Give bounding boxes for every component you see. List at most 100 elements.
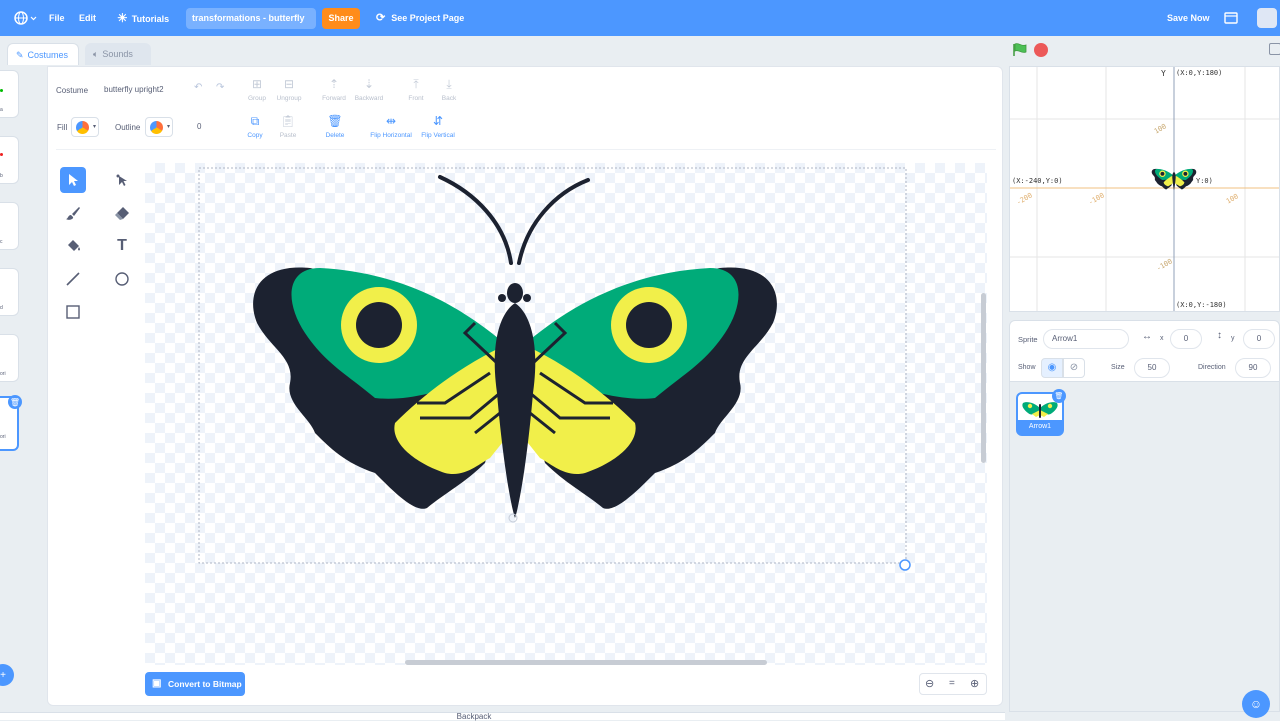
tab-sounds[interactable]: 🔈︎ Sounds bbox=[85, 43, 151, 65]
sprite-list: Arrow1 🗑︎ ☺ bbox=[1009, 382, 1280, 718]
costume-thumb[interactable]: b bbox=[0, 136, 19, 184]
y-input[interactable]: 0 bbox=[1243, 329, 1275, 349]
globe-icon bbox=[14, 11, 37, 25]
vertical-scrollbar[interactable] bbox=[981, 293, 986, 463]
undo-icon[interactable]: ↶ bbox=[194, 82, 202, 93]
horizontal-scrollbar[interactable] bbox=[405, 660, 767, 665]
toolbar-divider bbox=[56, 149, 996, 150]
circle-tool[interactable] bbox=[109, 266, 135, 292]
y-label: y bbox=[1231, 335, 1235, 342]
ungroup-icon[interactable]: ⊟ bbox=[269, 77, 309, 91]
redo-icon[interactable]: ↷ bbox=[216, 82, 224, 93]
costume-name-input[interactable]: butterfly upright2 bbox=[95, 80, 177, 100]
costume-thumb[interactable]: d bbox=[0, 268, 19, 316]
direction-input[interactable]: 90 bbox=[1235, 358, 1271, 378]
save-now-button[interactable]: Save Now bbox=[1167, 0, 1210, 36]
my-stuff-icon[interactable] bbox=[1224, 0, 1238, 36]
flip-horizontal-button[interactable]: Flip Horizontal bbox=[364, 132, 418, 139]
stop-icon[interactable] bbox=[1034, 43, 1048, 57]
show-label: Show bbox=[1018, 364, 1036, 371]
left-coordinate: (X:-240,Y:0) bbox=[1012, 177, 1063, 185]
x-input[interactable]: 0 bbox=[1170, 329, 1202, 349]
stage-size-icon[interactable] bbox=[1269, 43, 1280, 55]
file-menu[interactable]: File bbox=[49, 0, 65, 36]
ungroup-button[interactable]: Ungroup bbox=[269, 95, 309, 102]
brush-tool[interactable] bbox=[60, 200, 86, 226]
flip-horizontal-icon[interactable]: ⇹ bbox=[371, 114, 411, 128]
costume-label: Costume bbox=[56, 86, 89, 95]
backward-button[interactable]: Backward bbox=[349, 95, 389, 102]
backward-icon[interactable]: ⇣ bbox=[349, 77, 389, 91]
rectangle-tool[interactable] bbox=[60, 299, 86, 325]
trash-icon[interactable]: 🗑︎ bbox=[315, 114, 355, 128]
paint-canvas[interactable] bbox=[145, 163, 987, 665]
show-sprite-eye-icon[interactable]: ◉ bbox=[1041, 358, 1063, 378]
tutorials-menu[interactable]: ☀ Tutorials bbox=[117, 0, 169, 36]
green-flag-icon[interactable] bbox=[1012, 43, 1028, 62]
speaker-icon: 🔈︎ bbox=[93, 49, 99, 59]
arrow-pointer-icon bbox=[69, 174, 78, 186]
hide-sprite-eye-icon[interactable]: ⊘ bbox=[1063, 358, 1085, 378]
tab-costumes[interactable]: ✎ Costumes bbox=[7, 43, 79, 65]
delete-button[interactable]: Delete bbox=[315, 132, 355, 139]
sprite-name-input[interactable]: Arrow1 bbox=[1043, 329, 1129, 349]
butterfly-drawing bbox=[198, 167, 911, 571]
text-icon: T bbox=[117, 237, 127, 254]
select-tool[interactable] bbox=[60, 167, 86, 193]
eraser-tool[interactable] bbox=[109, 200, 135, 226]
sprite-label: Sprite bbox=[1018, 335, 1038, 344]
project-title-input[interactable]: transformations - butterfly bbox=[186, 8, 316, 29]
costume-dot bbox=[0, 153, 3, 156]
x-label: x bbox=[1160, 335, 1164, 342]
back-button[interactable]: Back bbox=[429, 95, 469, 102]
zoom-in-icon[interactable]: ⊕ bbox=[970, 677, 979, 690]
text-tool[interactable]: T bbox=[109, 233, 135, 259]
bottom-coordinate: (X:0,Y:-180) bbox=[1176, 301, 1227, 309]
chevron-down-icon: ▾ bbox=[92, 124, 96, 130]
top-coordinate: (X:0,Y:180) bbox=[1176, 69, 1223, 77]
outline-width-input[interactable]: 0 bbox=[188, 117, 230, 137]
lightbulb-icon: ☀ bbox=[117, 11, 128, 25]
reshape-tool[interactable] bbox=[109, 167, 135, 193]
direction-label: Direction bbox=[1198, 364, 1226, 371]
choose-sprite-cat-icon[interactable]: ☺ bbox=[1242, 690, 1270, 718]
paste-icon[interactable]: 📋︎ bbox=[268, 114, 308, 128]
costume-thumb[interactable]: a bbox=[0, 70, 19, 118]
zoom-out-icon[interactable]: ⊖ bbox=[925, 677, 934, 690]
flip-vertical-button[interactable]: Flip Vertical bbox=[414, 132, 462, 139]
back-icon[interactable]: ⤓ bbox=[429, 77, 469, 92]
fill-swatch bbox=[76, 121, 89, 134]
costume-thumb[interactable]: ori bbox=[0, 334, 19, 382]
share-button[interactable]: Share bbox=[322, 8, 360, 29]
paint-bucket-icon bbox=[68, 240, 80, 251]
fill-tool[interactable] bbox=[60, 233, 86, 259]
fill-color-picker[interactable]: ▾ bbox=[71, 117, 99, 137]
outline-label: Outline bbox=[115, 123, 141, 132]
zoom-controls: ⊖ = ⊕ bbox=[919, 673, 987, 695]
line-tool[interactable] bbox=[60, 266, 86, 292]
forward-button[interactable]: Forward bbox=[314, 95, 354, 102]
convert-to-bitmap-button[interactable]: ▣ Convert to Bitmap bbox=[145, 672, 245, 696]
flip-vertical-icon[interactable]: ⇵ bbox=[418, 114, 458, 128]
add-costume-icon[interactable]: + bbox=[0, 664, 14, 686]
see-project-page-button[interactable]: ⟳ See Project Page bbox=[376, 0, 464, 36]
forward-icon[interactable]: ⇡ bbox=[314, 77, 354, 91]
coordinate-grid bbox=[1010, 67, 1279, 311]
sprite-tile-name: Arrow1 bbox=[1018, 420, 1062, 434]
fill-label: Fill bbox=[57, 123, 68, 132]
language-menu[interactable] bbox=[13, 0, 37, 36]
delete-costume-icon[interactable]: 🗑︎ bbox=[8, 395, 22, 409]
costume-thumb[interactable]: c bbox=[0, 202, 19, 250]
brush-icon bbox=[66, 207, 80, 220]
project-page-icon: ⟳ bbox=[376, 12, 386, 24]
paste-button[interactable]: Paste bbox=[268, 132, 308, 139]
costume-dot bbox=[0, 89, 3, 92]
outline-color-picker[interactable]: ▾ bbox=[145, 117, 173, 137]
circle-icon bbox=[115, 272, 129, 286]
stage[interactable]: Y (X:0,Y:180) (X:-240,Y:0) Y:0) (X:0,Y:-… bbox=[1009, 66, 1280, 312]
size-input[interactable]: 50 bbox=[1134, 358, 1170, 378]
avatar[interactable] bbox=[1257, 8, 1277, 28]
zoom-reset-button[interactable]: = bbox=[949, 678, 955, 689]
edit-menu[interactable]: Edit bbox=[79, 0, 96, 36]
delete-sprite-icon[interactable]: 🗑︎ bbox=[1052, 389, 1066, 403]
